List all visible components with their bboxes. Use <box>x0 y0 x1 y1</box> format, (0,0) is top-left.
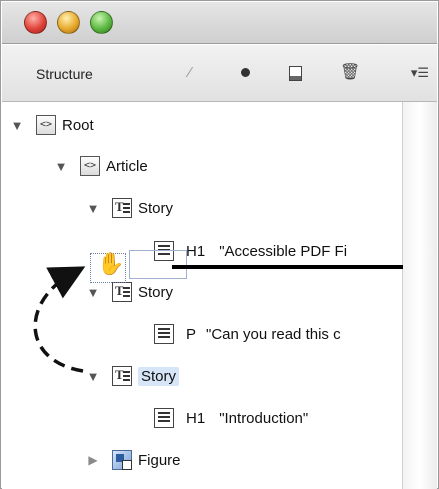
tree-node-tag: H1 <box>186 242 206 260</box>
disclosure-open-icon[interactable]: ▼ <box>10 118 24 133</box>
story-tag-icon <box>112 198 132 218</box>
tree-node-p[interactable]: P "Can you read this c <box>154 321 341 347</box>
tree-node-story[interactable]: ▼ Story <box>86 195 173 221</box>
tree-node-tag: H1 <box>186 409 206 427</box>
close-button[interactable] <box>24 11 47 34</box>
tree-node-article[interactable]: ▼ Article <box>54 153 148 179</box>
story-tag-icon <box>112 366 132 386</box>
trash-icon[interactable]: 🗑 <box>340 63 360 83</box>
disclosure-open-icon[interactable]: ▼ <box>86 201 100 216</box>
tree-node-tag: P <box>186 325 197 343</box>
tree-node-label: Story <box>138 199 174 217</box>
tree-node-text: "Accessible PDF Fi <box>219 242 348 260</box>
structure-window: Structure ⁄ 🗑 ▾☰ ▼ Root ▼ Article ▼ Stor… <box>0 0 439 489</box>
tree-node-text: "Introduction" <box>219 409 309 427</box>
tree-node-label: Article <box>106 157 148 175</box>
tree-node-label: Story <box>138 366 180 386</box>
container-tag-icon <box>80 156 100 176</box>
grab-hand-cursor-icon: ✋ <box>97 251 125 276</box>
tree-node-label: Root <box>62 116 94 134</box>
paragraph-tag-icon <box>154 408 174 428</box>
story-tag-icon <box>112 282 132 302</box>
tree-node-label: Figure <box>138 451 181 469</box>
structure-tree: ▼ Root ▼ Article ▼ Story H1 "Accessible … <box>2 103 402 489</box>
tree-node-figure[interactable]: ▶ Figure <box>86 447 181 473</box>
disclosure-closed-icon[interactable]: ▶ <box>86 453 100 467</box>
panel-header: Structure ⁄ 🗑 ▾☰ <box>2 45 437 102</box>
disclosure-open-icon[interactable]: ▼ <box>86 369 100 384</box>
vertical-scrollbar[interactable] <box>402 102 437 489</box>
record-dot-icon[interactable] <box>235 63 255 83</box>
zoom-button[interactable] <box>90 11 113 34</box>
magic-wand-icon[interactable]: ⁄ <box>180 63 200 83</box>
drop-indicator-line <box>172 265 403 269</box>
title-bar <box>2 2 437 44</box>
tree-node-root[interactable]: ▼ Root <box>10 112 94 138</box>
container-tag-icon <box>36 115 56 135</box>
tree-node-h1[interactable]: H1 "Introduction" <box>154 405 308 431</box>
panel-title: Structure <box>36 66 93 82</box>
tree-node-label: Story <box>138 283 174 301</box>
page-icon[interactable] <box>285 63 305 83</box>
figure-tag-icon <box>112 450 132 470</box>
minimize-button[interactable] <box>57 11 80 34</box>
tree-node-text: "Can you read this c <box>206 325 341 343</box>
disclosure-open-icon[interactable]: ▼ <box>86 285 100 300</box>
paragraph-tag-icon <box>154 324 174 344</box>
tree-node-story-selected[interactable]: ▼ Story <box>86 363 180 389</box>
panel-menu-icon[interactable]: ▾☰ <box>405 63 435 83</box>
disclosure-open-icon[interactable]: ▼ <box>54 159 68 174</box>
